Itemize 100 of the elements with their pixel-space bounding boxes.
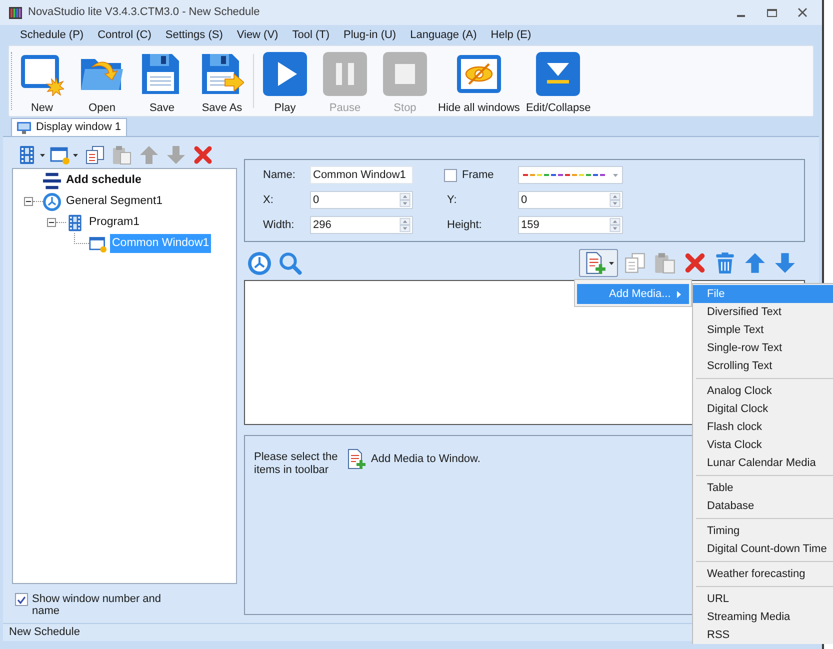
window-sparkle-icon [20,52,64,96]
collapse-icon [536,52,580,96]
toolbar-button[interactable]: Hide all windows [436,46,522,116]
toolbar-button[interactable] [17,144,47,166]
tree-item[interactable]: Add schedule [64,171,144,190]
menu-item[interactable]: Tool (T) [285,26,337,44]
status-text: New Schedule [9,625,80,640]
stop-icon [383,52,427,96]
spin-arrows-icon[interactable] [609,193,621,207]
submenu-arrow-icon [677,290,681,298]
field-label: X: [263,192,274,208]
search-icon[interactable] [279,252,302,274]
stacked-bars-icon [43,172,61,190]
up-arrow-icon [744,252,766,274]
checkbox[interactable] [444,168,457,182]
line-style-dropdown[interactable] [518,166,623,184]
floppy-disk-arrow-icon [200,52,244,96]
trash-icon [714,252,736,274]
add-media-link[interactable]: Add Media to Window. [346,449,480,469]
tree-item[interactable]: Program1 [87,213,142,232]
paste-icon [112,145,132,165]
checkbox-label[interactable]: Show window number and name [32,593,167,617]
clock-icon[interactable] [248,252,271,274]
toolbar-button[interactable]: Save As [193,46,251,116]
menu-item[interactable]: Flash clock [693,418,833,436]
toolbar-button[interactable]: New [13,46,71,116]
toolbar-button[interactable] [83,144,107,166]
field-label: Height: [446,218,483,233]
name-field[interactable]: Common Window1 [310,166,413,184]
menu-item[interactable]: Table [693,479,833,497]
menu-item[interactable]: Digital Clock [693,400,833,418]
toolbar-button[interactable]: Edit/Collapse [524,46,593,116]
menu-item[interactable]: Timing [693,522,833,540]
field-label: Name: [263,168,296,183]
menu-item[interactable]: Analog Clock [693,382,833,400]
menu-item[interactable]: URL [693,590,833,608]
clock-icon [43,192,61,210]
x-mark-icon [193,145,213,165]
spin-arrows-icon[interactable] [399,218,411,232]
menu-item[interactable]: Control (C) [90,26,158,44]
film-strip-icon [17,145,37,165]
close-icon [798,8,807,17]
toolbar-button[interactable]: Play [256,46,314,116]
caret-icon [73,154,78,156]
caret-icon [608,262,614,264]
monitor-icon [17,122,31,134]
menu-item[interactable]: Language (A) [403,26,484,44]
menu-item[interactable]: Database [693,497,833,515]
menu-item[interactable]: Diversified Text [693,303,833,321]
toolbar-button[interactable]: Save [133,46,191,116]
paste-icon [654,252,676,274]
tick-icon [17,596,26,604]
expander-box-icon[interactable] [47,218,56,227]
down-arrow-icon [166,145,186,165]
menu-item[interactable]: Plug-in (U) [336,26,404,44]
menu-item[interactable]: View (V) [230,26,286,44]
menu-item[interactable]: Settings (S) [158,26,230,44]
checkbox[interactable] [15,593,28,606]
spin-arrows-icon[interactable] [399,193,411,207]
up-arrow-icon [139,145,159,165]
play-icon [263,52,307,96]
caret-icon [40,154,45,156]
toolbar-button[interactable]: Open [73,46,131,116]
number-field[interactable]: 0 [518,191,623,209]
window-icon [50,145,70,165]
menu-item[interactable]: Schedule (P) [13,26,91,44]
tab[interactable]: Display window 1 [11,118,127,136]
number-field[interactable]: 0 [310,191,413,209]
number-field[interactable]: 296 [310,216,413,234]
crossed-eye-icon [456,52,501,96]
document-plus-icon [584,252,606,274]
spin-arrows-icon[interactable] [609,218,621,232]
menu-item[interactable]: Simple Text [693,321,833,339]
copy-icon [85,145,105,165]
expander-box-icon[interactable] [24,197,33,206]
menu-item[interactable]: Scrolling Text [693,357,833,375]
field-label: Width: [263,218,296,233]
menu-item[interactable]: Lunar Calendar Media [693,454,833,472]
window-icon [89,234,107,252]
caret-icon [613,174,618,176]
toolbar-button[interactable] [579,249,618,277]
number-field[interactable]: 159 [518,216,623,234]
down-arrow-icon [774,252,796,274]
film-strip-icon [66,214,84,232]
menu-item[interactable]: Help (E) [484,26,538,44]
menu-item[interactable]: Weather forecasting [693,565,833,583]
menu-item[interactable]: RSS [693,626,833,644]
menu-item[interactable]: Digital Count-down Time [693,540,833,558]
pause-icon [323,52,367,96]
field-label: Y: [446,192,458,208]
maximize-icon [766,8,776,16]
tree-item[interactable]: General Segment1 [64,192,165,211]
menu-item[interactable]: Single-row Text [693,339,833,357]
checkbox-label[interactable]: Frame [462,166,494,184]
document-plus-icon [346,449,366,469]
minimize-icon [736,14,744,16]
window-title: NovaStudio lite V3.4.3.CTM3.0 - New Schedule [28,5,260,20]
app-logo-icon [9,6,22,18]
menu-item[interactable]: Vista Clock [693,436,833,454]
menu-item[interactable]: Streaming Media [693,608,833,626]
